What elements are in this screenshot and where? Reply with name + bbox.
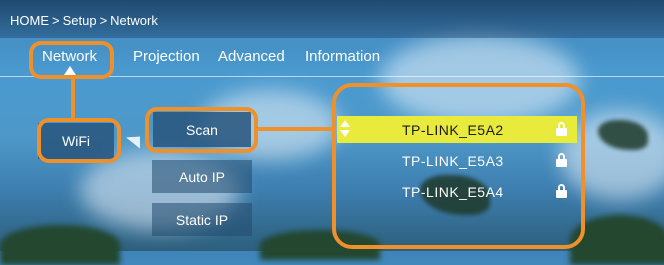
network-list-item[interactable]: TP-LINK_E5A3 (337, 147, 577, 174)
tab-network[interactable]: Network (42, 48, 97, 65)
static-ip-button[interactable]: Static IP (152, 203, 252, 236)
lock-icon (556, 122, 567, 136)
top-bar: HOME > Setup > Network (0, 0, 664, 38)
tab-projection[interactable]: Projection (133, 48, 200, 65)
lock-icon (556, 153, 567, 167)
network-ssid: TP-LINK_E5A4 (402, 183, 504, 200)
wifi-button[interactable]: WiFi (38, 123, 114, 159)
tab-advanced[interactable]: Advanced (218, 48, 285, 65)
arrow-right-icon (126, 131, 140, 149)
network-ssid: TP-LINK_E5A2 (402, 121, 504, 138)
breadcrumb-separator: > (99, 13, 108, 28)
connector-line (258, 127, 332, 131)
scan-button[interactable]: Scan (153, 112, 251, 147)
tab-divider (0, 76, 664, 77)
lock-icon (556, 184, 567, 198)
breadcrumb-network[interactable]: Network (110, 13, 158, 28)
breadcrumb-home[interactable]: HOME (10, 13, 49, 28)
breadcrumb-setup[interactable]: Setup (63, 13, 97, 28)
tab-caret-icon (64, 66, 76, 75)
breadcrumb-separator: > (52, 13, 60, 28)
network-list-item[interactable]: TP-LINK_E5A2 (337, 116, 577, 143)
connector-line (71, 79, 75, 118)
network-ssid: TP-LINK_E5A3 (402, 152, 504, 169)
auto-ip-button[interactable]: Auto IP (152, 160, 252, 193)
breadcrumb: HOME > Setup > Network (10, 13, 158, 28)
network-list-item[interactable]: TP-LINK_E5A4 (337, 178, 577, 205)
tab-information[interactable]: Information (305, 48, 380, 65)
updown-arrows-icon (340, 118, 350, 140)
